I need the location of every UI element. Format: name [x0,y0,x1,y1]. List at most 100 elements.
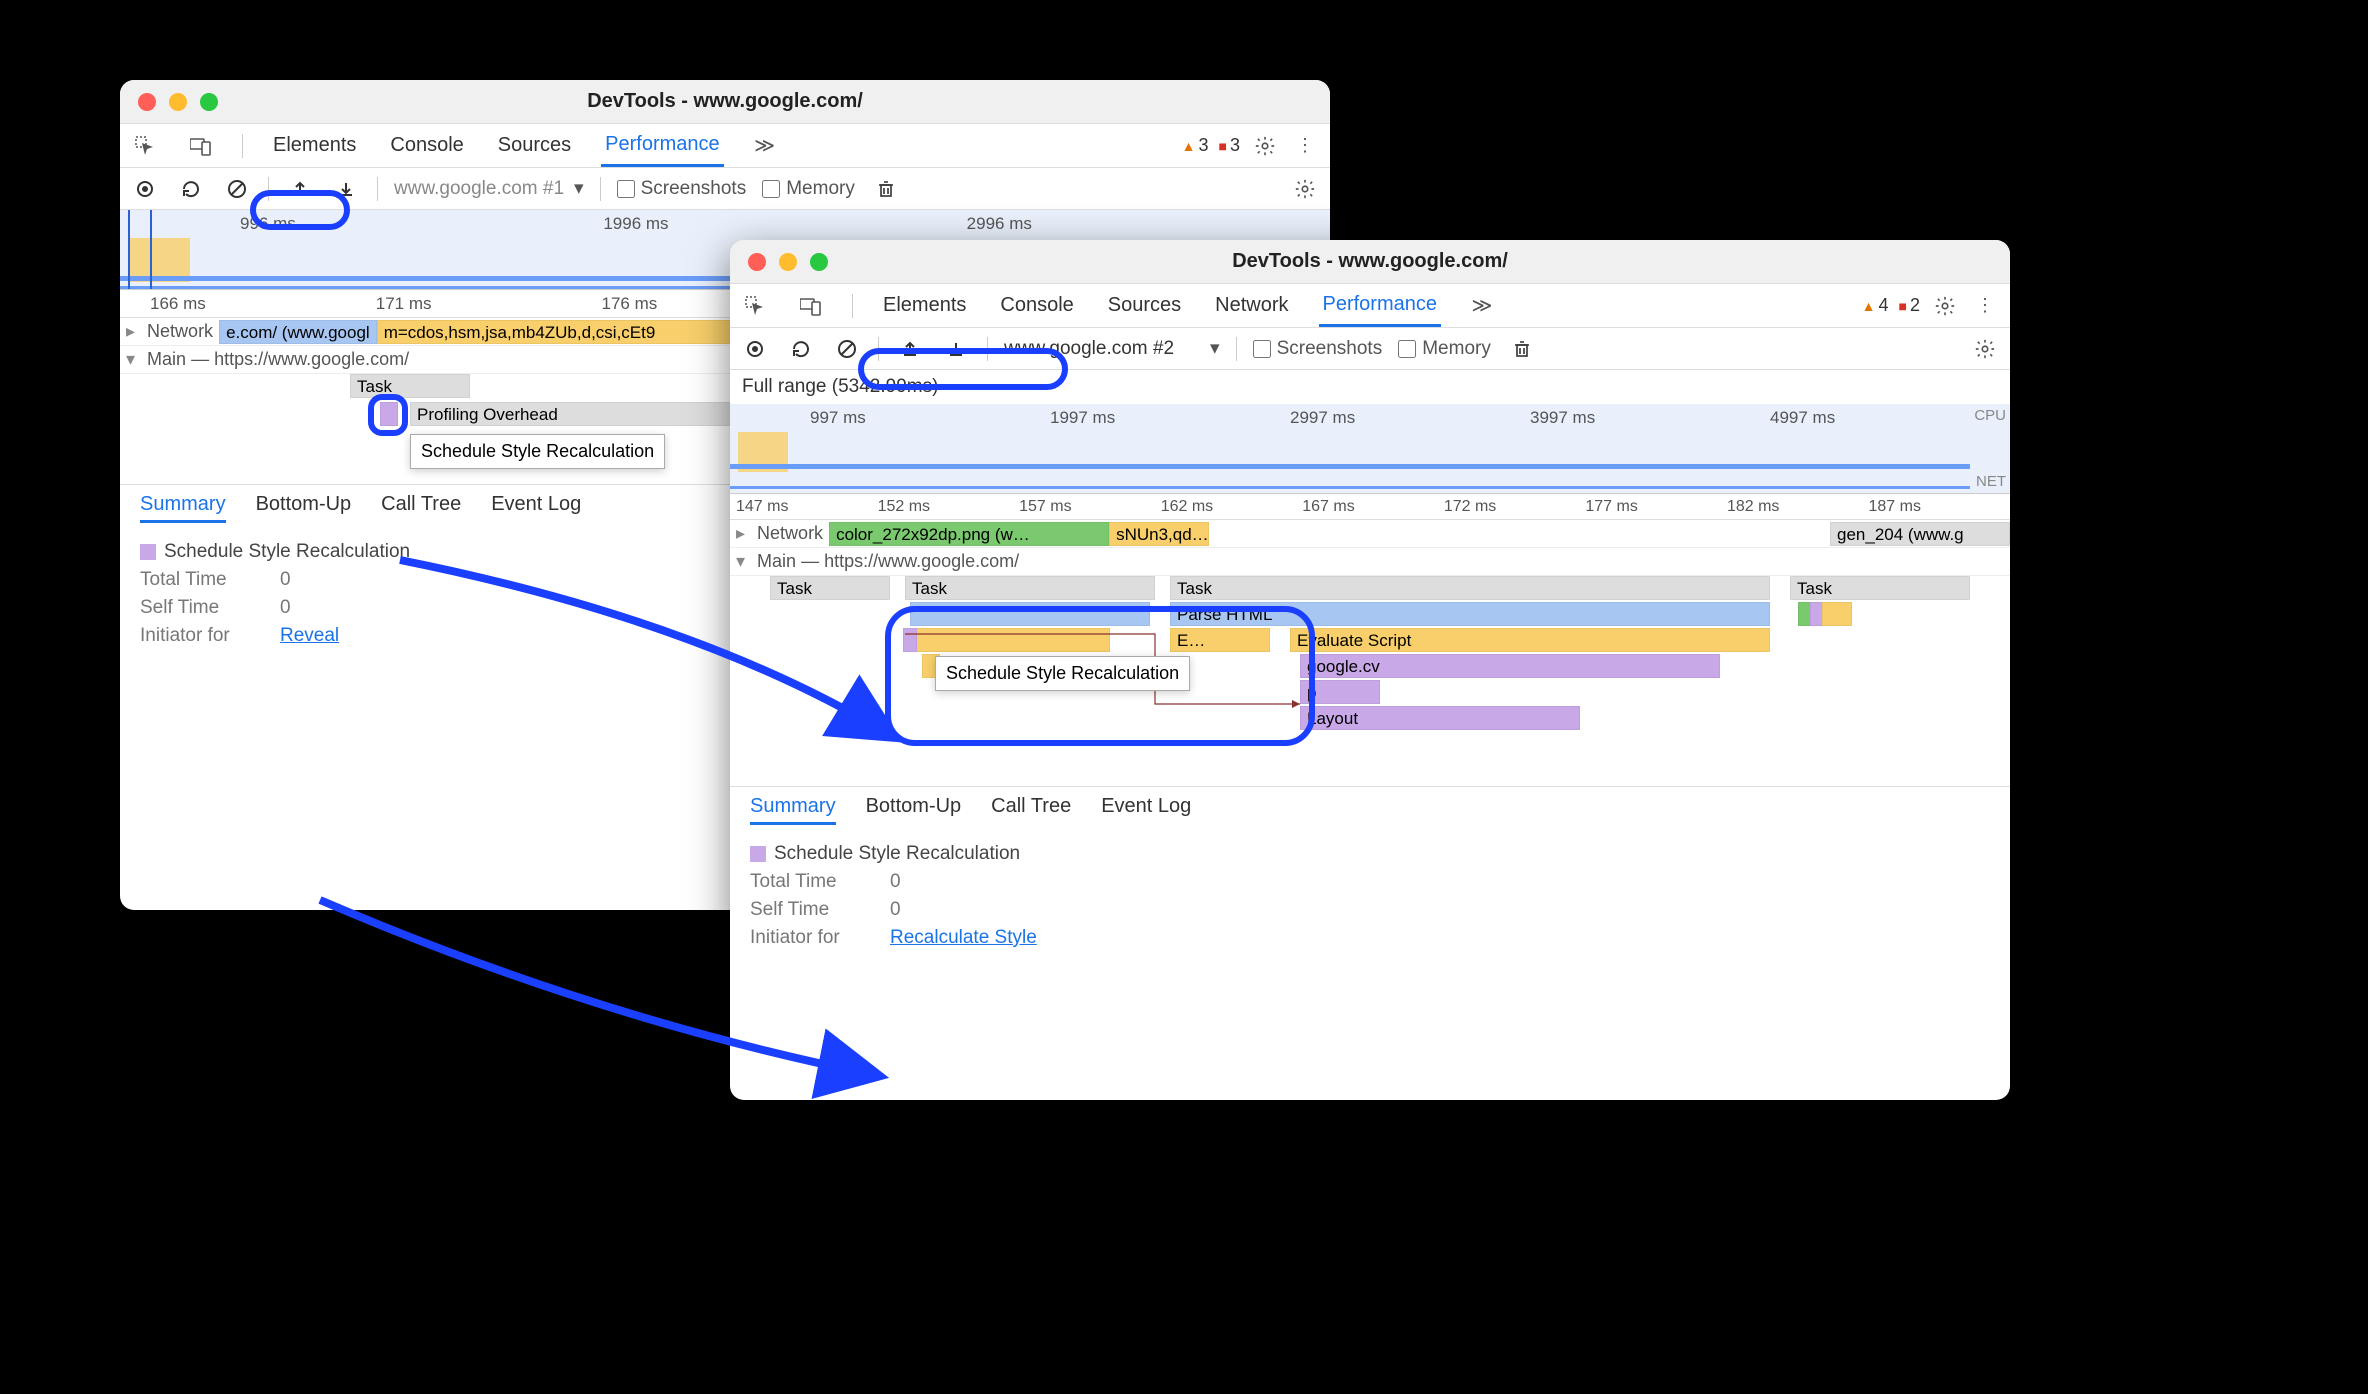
devtools-window-2: DevTools - www.google.com/ Elements Cons… [730,240,2010,1100]
window-title: DevTools - www.google.com/ [120,90,1330,113]
gear-icon[interactable] [1290,174,1320,204]
download-icon[interactable] [331,174,361,204]
perf-toolbar: www.google.com #1 ▾ Screenshots Memory [120,168,1330,210]
chevron-down-icon[interactable]: ▾ [1210,337,1220,360]
target-select[interactable]: www.google.com #2 [1004,338,1174,360]
traffic-lights[interactable] [138,93,218,111]
device-icon[interactable] [796,291,826,321]
close-icon[interactable] [138,93,156,111]
inspect-icon[interactable] [130,131,160,161]
warnings-badge[interactable]: 3 [1182,135,1209,156]
overview-timeline[interactable]: 997 ms 1997 ms 2997 ms 3997 ms 4997 ms C… [730,404,2010,494]
minimize-icon[interactable] [169,93,187,111]
device-icon[interactable] [186,131,216,161]
tab-elements[interactable]: Elements [879,286,970,325]
tooltip: Schedule Style Recalculation [935,656,1190,691]
breadcrumb[interactable]: Full range (5342.99ms) [730,370,2010,404]
flame-style-recalc[interactable] [380,402,398,426]
reload-icon[interactable] [786,334,816,364]
flame-parse[interactable]: Parse HTML [1170,602,1770,626]
kebab-icon[interactable]: ⋮ [1970,291,2000,321]
screenshots-checkbox[interactable]: Screenshots [617,178,747,200]
dtab-summary[interactable]: Summary [750,795,836,825]
titlebar[interactable]: DevTools - www.google.com/ [730,240,2010,284]
upload-icon[interactable] [895,334,925,364]
record-icon[interactable] [130,174,160,204]
tab-performance[interactable]: Performance [601,125,724,167]
dtab-eventlog[interactable]: Event Log [1101,795,1191,825]
clear-icon[interactable] [832,334,862,364]
flame-layout[interactable]: Layout [1300,706,1580,730]
titlebar[interactable]: DevTools - www.google.com/ [120,80,1330,124]
upload-icon[interactable] [285,174,315,204]
dtab-calltree[interactable]: Call Tree [991,795,1071,825]
flame-task[interactable]: Task [1170,576,1770,600]
tab-elements[interactable]: Elements [269,126,360,165]
screenshots-checkbox[interactable]: Screenshots [1253,338,1383,360]
summary-title: Schedule Style Recalculation [164,541,410,562]
memory-checkbox[interactable]: Memory [762,178,855,200]
reload-icon[interactable] [176,174,206,204]
errors-badge[interactable]: 2 [1899,295,1920,316]
gear-icon[interactable] [1970,334,2000,364]
dtab-bottomup[interactable]: Bottom-Up [256,493,352,523]
tooltip: Schedule Style Recalculation [410,434,665,469]
inspect-icon[interactable] [740,291,770,321]
net-req[interactable]: e.com/ (www.googl [219,320,377,344]
recalc-link[interactable]: Recalculate Style [890,927,1037,949]
download-icon[interactable] [941,334,971,364]
kebab-icon[interactable]: ⋮ [1290,131,1320,161]
flame-run[interactable] [910,602,1150,626]
maximize-icon[interactable] [200,93,218,111]
dtab-eventlog[interactable]: Event Log [491,493,581,523]
errors-badge[interactable]: 3 [1219,135,1240,156]
flame-task[interactable]: Task [350,374,470,398]
net-req[interactable]: gen_204 (www.g [1830,522,2010,546]
summary-title: Schedule Style Recalculation [774,843,1020,864]
net-req[interactable]: sNUn3,qd… [1109,522,1209,546]
target-select[interactable]: www.google.com #1 [394,178,564,200]
more-tabs-icon[interactable]: ≫ [750,131,780,161]
tab-sources[interactable]: Sources [494,126,575,165]
trash-icon[interactable] [1507,334,1537,364]
traffic-lights[interactable] [748,253,828,271]
tab-performance[interactable]: Performance [1319,285,1442,327]
flame-task[interactable]: Task [1790,576,1970,600]
maximize-icon[interactable] [810,253,828,271]
tab-sources[interactable]: Sources [1104,286,1185,325]
color-swatch [140,544,156,560]
devtools-tabs: Elements Console Sources Network Perform… [730,284,2010,328]
perf-toolbar: www.google.com #2 ▾ Screenshots Memory [730,328,2010,370]
reveal-link[interactable]: Reveal [280,625,339,647]
gear-icon[interactable] [1250,131,1280,161]
devtools-tabs: Elements Console Sources Performance ≫ 3… [120,124,1330,168]
close-icon[interactable] [748,253,766,271]
memory-checkbox[interactable]: Memory [1398,338,1491,360]
dtab-calltree[interactable]: Call Tree [381,493,461,523]
tab-console[interactable]: Console [386,126,467,165]
main-track-header[interactable]: ▾ Main — https://www.google.com/ [730,548,2010,576]
ruler[interactable]: 147 ms 152 ms 157 ms 162 ms 167 ms 172 m… [730,494,2010,520]
flame-task[interactable]: Task [770,576,890,600]
chevron-down-icon[interactable]: ▾ [574,177,584,200]
flame[interactable] [1822,602,1852,626]
minimize-icon[interactable] [779,253,797,271]
clear-icon[interactable] [222,174,252,204]
trash-icon[interactable] [871,174,901,204]
dtab-bottomup[interactable]: Bottom-Up [866,795,962,825]
more-tabs-icon[interactable]: ≫ [1467,291,1497,321]
net-req[interactable]: color_272x92dp.png (w… [829,522,1109,546]
flame-task[interactable]: Task [905,576,1155,600]
record-icon[interactable] [740,334,770,364]
gear-icon[interactable] [1930,291,1960,321]
flame-profiling[interactable]: Profiling Overhead [410,402,760,426]
flame-fn[interactable]: google.cv [1300,654,1720,678]
warnings-badge[interactable]: 4 [1862,295,1889,316]
network-track[interactable]: ▸ Network color_272x92dp.png (w… sNUn3,q… [730,520,2010,548]
flame-chart[interactable]: Task Task Task Task Parse HTML E… Evalua… [730,576,2010,786]
tab-console[interactable]: Console [996,286,1077,325]
flame-eval[interactable]: Evaluate Script [1290,628,1770,652]
dtab-summary[interactable]: Summary [140,493,226,523]
window-title: DevTools - www.google.com/ [730,250,2010,273]
tab-network[interactable]: Network [1211,286,1292,325]
